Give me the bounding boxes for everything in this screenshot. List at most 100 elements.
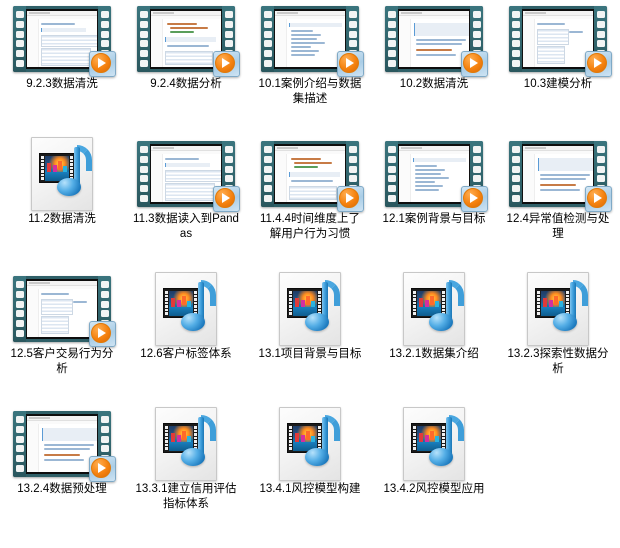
- music-note-icon: [301, 280, 341, 338]
- filmstrip-perforations: [261, 6, 274, 72]
- play-button-overlay-icon[interactable]: [583, 50, 612, 77]
- media-file-icon-area[interactable]: [124, 405, 248, 483]
- play-button-overlay-icon[interactable]: [335, 185, 364, 212]
- file-item[interactable]: 13.3.1建立信用评估指标体系: [124, 405, 248, 540]
- media-file-music-note-icon[interactable]: [279, 407, 341, 481]
- video-thumbnail-icon-area[interactable]: [372, 135, 496, 213]
- play-button-overlay-icon[interactable]: [211, 50, 240, 77]
- file-item[interactable]: 12.5客户交易行为分析: [0, 270, 124, 405]
- file-item[interactable]: 9.2.3数据清洗: [0, 0, 124, 135]
- media-file-music-note-icon[interactable]: [31, 137, 93, 211]
- filmstrip-perforations: [137, 6, 150, 72]
- file-item-label: 13.2.4数据预处理: [17, 483, 107, 495]
- play-triangle: [346, 193, 354, 203]
- video-filmstrip-thumbnail-icon[interactable]: [137, 6, 240, 77]
- file-item[interactable]: 11.2数据清洗: [0, 135, 124, 270]
- file-item-label: 11.3数据读入到Pandas: [133, 213, 239, 240]
- video-filmstrip-thumbnail-icon[interactable]: [385, 141, 488, 212]
- media-file-icon-area[interactable]: [124, 270, 248, 348]
- file-item-label: 13.3.1建立信用评估指标体系: [135, 483, 237, 510]
- file-item[interactable]: 12.6客户标签体系: [124, 270, 248, 405]
- video-filmstrip-thumbnail-icon[interactable]: [137, 141, 240, 212]
- video-filmstrip-thumbnail-icon[interactable]: [385, 6, 488, 77]
- video-filmstrip-thumbnail-icon[interactable]: [13, 276, 116, 347]
- media-file-music-note-icon[interactable]: [403, 272, 465, 346]
- file-item[interactable]: 13.2.1数据集介绍: [372, 270, 496, 405]
- play-button-overlay-icon[interactable]: [459, 185, 488, 212]
- file-item-label: 10.3建模分析: [523, 78, 593, 90]
- video-thumbnail-icon-area[interactable]: [496, 0, 620, 78]
- video-filmstrip-thumbnail-icon[interactable]: [509, 141, 612, 212]
- video-thumbnail-icon-area[interactable]: [124, 0, 248, 78]
- media-file-icon-area[interactable]: [496, 270, 620, 348]
- video-filmstrip-thumbnail-icon[interactable]: [261, 6, 364, 77]
- play-button-overlay-icon[interactable]: [87, 50, 116, 77]
- video-thumbnail-icon-area[interactable]: [0, 405, 124, 483]
- video-thumbnail-icon-area[interactable]: [372, 0, 496, 78]
- play-button-overlay-icon[interactable]: [87, 320, 116, 347]
- play-button-overlay-icon[interactable]: [87, 455, 116, 482]
- file-item-label: 12.1案例背景与目标: [382, 213, 486, 225]
- media-file-music-note-icon[interactable]: [155, 272, 217, 346]
- play-button-overlay-icon[interactable]: [583, 185, 612, 212]
- file-item[interactable]: 9.2.4数据分析: [124, 0, 248, 135]
- media-file-icon-area[interactable]: [372, 270, 496, 348]
- video-filmstrip-thumbnail-icon[interactable]: [261, 141, 364, 212]
- file-item[interactable]: 13.2.4数据预处理: [0, 405, 124, 540]
- music-note-head: [305, 448, 329, 466]
- video-filmstrip-thumbnail-icon[interactable]: [13, 411, 116, 482]
- file-item[interactable]: 12.1案例背景与目标: [372, 135, 496, 270]
- media-file-music-note-icon[interactable]: [155, 407, 217, 481]
- media-file-icon-area[interactable]: [248, 270, 372, 348]
- media-file-music-note-icon[interactable]: [403, 407, 465, 481]
- file-item-label: 12.4异常值检测与处理: [506, 213, 610, 240]
- video-thumbnail-icon-area[interactable]: [0, 270, 124, 348]
- video-filmstrip-thumbnail-icon[interactable]: [13, 6, 116, 77]
- file-item[interactable]: 11.3数据读入到Pandas: [124, 135, 248, 270]
- play-triangle: [470, 193, 478, 203]
- file-item-label: 9.2.4数据分析: [150, 78, 222, 90]
- play-triangle: [594, 193, 602, 203]
- file-item[interactable]: 10.3建模分析: [496, 0, 620, 135]
- file-item[interactable]: 13.2.3探索性数据分析: [496, 270, 620, 405]
- file-item[interactable]: 10.2数据清洗: [372, 0, 496, 135]
- file-item[interactable]: 13.4.2风控模型应用: [372, 405, 496, 540]
- file-item[interactable]: 10.1案例介绍与数据集描述: [248, 0, 372, 135]
- music-note-icon: [301, 415, 341, 473]
- play-triangle: [222, 58, 230, 68]
- video-thumbnail-icon-area[interactable]: [124, 135, 248, 213]
- file-item[interactable]: 13.1项目背景与目标: [248, 270, 372, 405]
- music-note-icon: [177, 280, 217, 338]
- file-item-label: 12.5客户交易行为分析: [10, 348, 114, 375]
- file-item-label: 13.4.1风控模型构建: [259, 483, 361, 495]
- video-thumbnail-icon-area[interactable]: [0, 0, 124, 78]
- filmstrip-perforations: [13, 411, 26, 477]
- music-note-head: [181, 313, 205, 331]
- file-item-label: 12.6客户标签体系: [140, 348, 232, 360]
- file-item-label: 13.2.3探索性数据分析: [507, 348, 609, 375]
- file-item[interactable]: 11.4.4时间维度上了解用户行为习惯: [248, 135, 372, 270]
- play-button-overlay-icon[interactable]: [335, 50, 364, 77]
- file-item-label: 13.1项目背景与目标: [258, 348, 362, 360]
- video-thumbnail-icon-area[interactable]: [248, 135, 372, 213]
- music-note-head: [429, 448, 453, 466]
- media-file-icon-area[interactable]: [248, 405, 372, 483]
- play-button-overlay-icon[interactable]: [459, 50, 488, 77]
- play-triangle: [98, 58, 106, 68]
- media-file-icon-area[interactable]: [372, 405, 496, 483]
- media-file-music-note-icon[interactable]: [279, 272, 341, 346]
- play-triangle: [98, 328, 106, 338]
- play-triangle: [470, 58, 478, 68]
- music-note-icon: [425, 415, 465, 473]
- media-file-music-note-icon[interactable]: [527, 272, 589, 346]
- video-thumbnail-icon-area[interactable]: [496, 135, 620, 213]
- video-filmstrip-thumbnail-icon[interactable]: [509, 6, 612, 77]
- filmstrip-perforations: [385, 6, 398, 72]
- file-item[interactable]: 12.4异常值检测与处理: [496, 135, 620, 270]
- music-note-icon: [53, 145, 93, 203]
- file-item[interactable]: 13.4.1风控模型构建: [248, 405, 372, 540]
- play-button-overlay-icon[interactable]: [211, 185, 240, 212]
- video-thumbnail-icon-area[interactable]: [248, 0, 372, 78]
- file-grid[interactable]: 9.2.3数据清洗 9.2.4数据分析 10.1案例介绍与数据集描述 10.2数据清洗…: [0, 0, 620, 540]
- media-file-icon-area[interactable]: [0, 135, 124, 213]
